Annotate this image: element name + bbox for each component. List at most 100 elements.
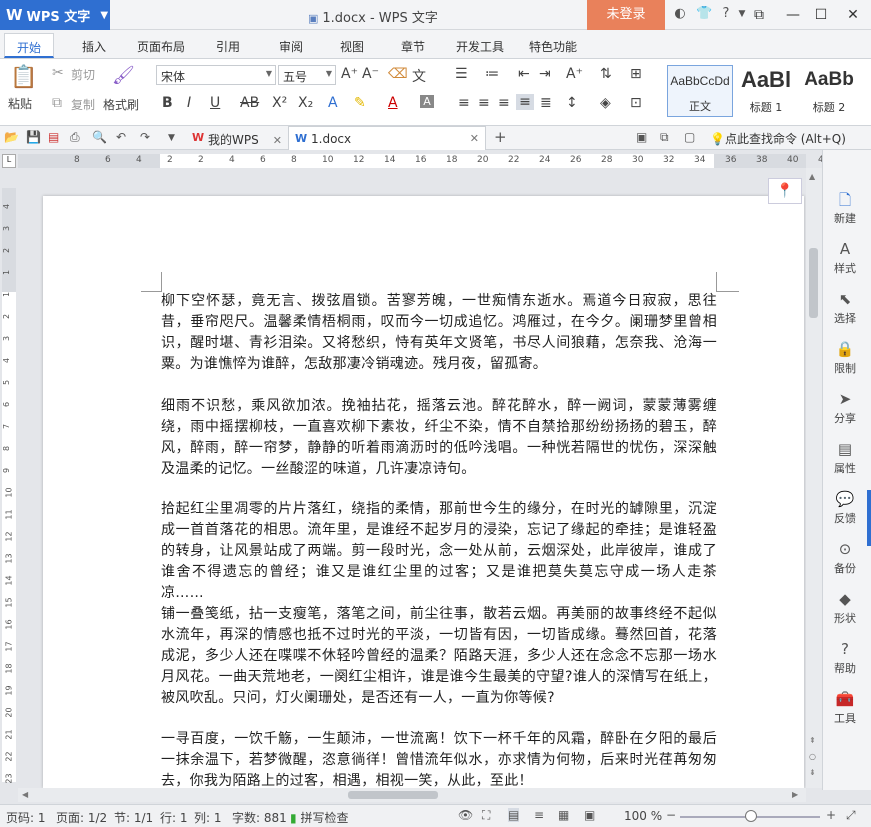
table-icon[interactable]: ⊞ (630, 66, 642, 82)
new-tab-icon[interactable]: + (494, 128, 507, 146)
scissors-icon[interactable]: ✂ (52, 65, 64, 81)
scroll-left-icon[interactable]: ◀ (22, 790, 28, 799)
web-view-icon[interactable]: ▦ (558, 808, 569, 822)
sidebar-item-new[interactable]: 🗋 新建 (823, 190, 867, 226)
sidebar-item-help[interactable]: ? 帮助 (823, 640, 867, 676)
format-painter-button[interactable]: 格式刷 (103, 96, 139, 113)
char-shading-icon[interactable]: A (420, 95, 434, 108)
tab-special[interactable]: 特色功能 (529, 38, 577, 55)
tab-document[interactable]: W 1.docx ✕ (288, 126, 486, 150)
skin-icon[interactable]: ◐ (672, 6, 688, 21)
scroll-right-icon[interactable]: ▶ (792, 790, 798, 799)
spell-check[interactable]: ▮ 拼写检查 (290, 809, 348, 826)
redo-icon[interactable]: ↷ (140, 130, 150, 144)
justify-icon[interactable]: ≡ (516, 94, 534, 110)
fit-page-icon[interactable]: ⤢ (846, 808, 856, 823)
bullet-list-icon[interactable]: ☰ (455, 66, 468, 82)
scroll-up-icon[interactable]: ▲ (809, 172, 815, 181)
zoom-slider-handle[interactable] (745, 810, 757, 822)
help-icon[interactable]: ? (718, 6, 734, 21)
paragraph-4[interactable]: 铺一叠笺纸，拈一支瘦笔，落笔之间，前尘往事，散若云烟。再美丽的故事终经不起似水流… (161, 604, 717, 709)
phonetic-icon[interactable]: 文 (412, 66, 426, 86)
cut-button[interactable]: 剪切 (71, 66, 95, 83)
paste-icon[interactable]: 📋 (10, 65, 37, 90)
minimize-button[interactable]: — (782, 4, 804, 26)
maximize-button[interactable]: ☐ (810, 4, 832, 26)
sidebar-item-restrict[interactable]: 🔒 限制 (823, 340, 867, 376)
copy-button[interactable]: 复制 (71, 96, 95, 113)
superscript-icon[interactable]: X² (272, 95, 287, 111)
login-button[interactable]: 未登录 (587, 0, 665, 30)
pdf-icon[interactable]: ▤ (48, 130, 59, 144)
close-button[interactable]: ✕ (842, 4, 864, 26)
tab-my-wps[interactable]: W 我的WPS ✕ (186, 126, 290, 150)
underline-icon[interactable]: U (210, 95, 220, 111)
fullscreen-view-icon[interactable]: ⛶ (482, 808, 490, 823)
tab-page-layout[interactable]: 页面布局 (137, 38, 185, 55)
highlight-icon[interactable]: ✎ (354, 95, 366, 111)
grow-font-icon[interactable]: A⁺ (341, 66, 358, 82)
sidebar-item-shape[interactable]: ◆ 形状 (823, 590, 867, 626)
vertical-scrollbar[interactable]: ▲ ⇞ ○ ⇟ (806, 168, 822, 788)
paragraph-3[interactable]: 拾起红尘里凋零的片片落红，绕指的柔情，那前世今生的缘分，在时光的罅隙里，沉淀成一… (161, 499, 717, 604)
scroll-thumb[interactable] (348, 791, 438, 799)
status-words[interactable]: 字数: 881 (232, 809, 287, 826)
zoom-level[interactable]: 100 % (624, 809, 662, 823)
sidebar-item-tools[interactable]: 🧰 工具 (823, 690, 867, 726)
outline-view-icon[interactable]: ≡ (534, 808, 544, 822)
sidebar-item-select[interactable]: ⬉ 选择 (823, 290, 867, 326)
next-page-icon[interactable]: ⇟ (809, 768, 816, 777)
shirt-icon[interactable]: 👕 (696, 6, 712, 21)
copy-icon[interactable]: ⧉ (52, 95, 62, 111)
sort-icon[interactable]: ⇅ (600, 66, 612, 82)
print-icon[interactable]: ⎙ (70, 130, 80, 145)
panel-collapse-handle[interactable] (867, 490, 871, 546)
align-left-icon[interactable]: ≡ (458, 95, 470, 111)
page-view-icon[interactable]: ▤ (508, 808, 520, 822)
save-icon[interactable]: 💾 (26, 130, 41, 144)
document-page[interactable]: 柳下空怀瑟，竟无言、拨弦眉锁。苦寥芳魄，一世痴情东逝水。焉道今日寂寂，思往昔，垂… (43, 196, 804, 788)
shading-icon[interactable]: ◈ (600, 95, 611, 111)
horizontal-scrollbar[interactable]: ◀ ▶ (18, 788, 806, 802)
align-center-icon[interactable]: ≡ (478, 95, 490, 111)
distributed-icon[interactable]: ≣ (540, 95, 552, 111)
style-normal[interactable]: AaBbCcDd 正文 (667, 65, 733, 117)
scroll-thumb[interactable] (809, 248, 818, 318)
text-effect-icon[interactable]: A (328, 95, 338, 111)
sidebar-item-style[interactable]: A 样式 (823, 240, 867, 276)
shrink-font-icon[interactable]: A⁻ (362, 66, 379, 82)
reading-view-icon[interactable]: ▣ (584, 808, 595, 822)
chinese-layout-icon[interactable]: A⁺ (566, 66, 583, 82)
tab-stop-selector[interactable]: L (2, 154, 16, 168)
zoom-out-icon[interactable]: − (666, 808, 676, 822)
location-pin-icon[interactable]: 📍 (768, 178, 802, 204)
tab-home[interactable]: 开始 (4, 33, 55, 58)
strikethrough-icon[interactable]: AB (240, 95, 259, 111)
tab-view[interactable]: 视图 (340, 38, 364, 55)
numbered-list-icon[interactable]: ≔ (485, 66, 499, 82)
font-name-select[interactable]: 宋体 ▼ (156, 65, 276, 85)
doc-info-icon[interactable]: ▣ (636, 130, 647, 144)
restore-ribbon-icon[interactable]: ⧉ (748, 4, 770, 26)
borders-icon[interactable]: ⊡ (630, 95, 642, 111)
sidebar-item-backup[interactable]: ⊙ 备份 (823, 540, 867, 576)
paste-button[interactable]: 粘贴 (8, 95, 32, 112)
eye-icon[interactable]: 👁 (458, 808, 473, 822)
chevron-down-icon[interactable]: ▼ (168, 133, 175, 143)
print-preview-icon[interactable]: 🔍 (92, 130, 107, 144)
open-folder-icon[interactable]: 📂 (4, 130, 19, 144)
tab-developer[interactable]: 开发工具 (456, 38, 504, 55)
italic-icon[interactable]: I (187, 95, 191, 111)
search-command[interactable]: 💡点此查找命令 (Alt+Q) (710, 130, 846, 147)
window-mode-icon[interactable]: ⧉ (660, 130, 669, 145)
paragraph-1[interactable]: 柳下空怀瑟，竟无言、拨弦眉锁。苦寥芳魄，一世痴情东逝水。焉道今日寂寂，思往昔，垂… (161, 291, 717, 375)
bold-icon[interactable]: B (162, 95, 173, 111)
increase-indent-icon[interactable]: ⇥ (539, 66, 551, 82)
prev-page-icon[interactable]: ⇞ (809, 736, 816, 745)
tab-insert[interactable]: 插入 (82, 38, 106, 55)
zoom-in-icon[interactable]: + (826, 808, 836, 822)
paragraph-2[interactable]: 细雨不识愁，乘风欲加浓。挽袖拈花，摇落云池。醉花醉水，醉一阙词，蒙蒙薄雾缠绕，雨… (161, 396, 717, 480)
fullscreen-icon[interactable]: ▢ (684, 130, 695, 144)
sidebar-item-share[interactable]: ➤ 分享 (823, 390, 867, 426)
font-size-select[interactable]: 五号 ▼ (278, 65, 336, 85)
